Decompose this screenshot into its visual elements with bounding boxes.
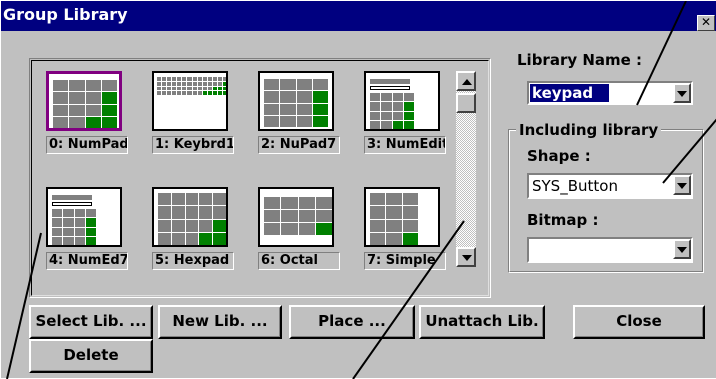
tile-octal[interactable]: 6: Octal	[255, 184, 345, 270]
tile-hexpad[interactable]: 5: Hexpad	[149, 184, 239, 270]
bitmap-label: Bitmap :	[527, 211, 599, 229]
bitmap-combo[interactable]	[527, 237, 693, 263]
tile-label: 4: NumEd7	[46, 252, 128, 270]
shape-combo[interactable]: SYS_Button	[527, 173, 693, 199]
library-name-value: keypad	[530, 84, 610, 102]
simple-thumbnail	[364, 187, 440, 247]
window-title: Group Library	[3, 5, 128, 24]
tile-label: 7: Simple	[364, 252, 446, 270]
shape-value: SYS_Button	[532, 177, 618, 195]
dropdown-button[interactable]	[673, 239, 691, 259]
new-lib-button[interactable]: New Lib. ...	[158, 305, 282, 339]
tile-label: 6: Octal	[258, 252, 340, 270]
tile-label: 2: NuPad7	[258, 136, 340, 154]
numedit-thumbnail	[364, 71, 440, 131]
including-library-title: Including library	[516, 121, 662, 139]
chevron-down-icon	[677, 183, 687, 189]
tile-numed7[interactable]: 4: NumEd7	[43, 184, 133, 270]
tile-numedit[interactable]: 3: NumEdit	[361, 68, 451, 154]
close-icon[interactable]: ✕	[697, 15, 715, 31]
numpad-thumbnail	[46, 71, 122, 131]
keyboard-thumbnail	[152, 71, 228, 131]
dropdown-button[interactable]	[673, 83, 691, 103]
vertical-scrollbar[interactable]	[456, 71, 476, 267]
octal-thumbnail	[258, 187, 334, 247]
library-grid: 0: NumPad 1: Keybrd1 2: NuPad7 3: NumEdi…	[43, 68, 455, 292]
scroll-up-button[interactable]	[456, 71, 476, 91]
arrow-up-icon	[462, 79, 472, 85]
dropdown-button[interactable]	[673, 175, 691, 195]
tile-label: 3: NumEdit	[364, 136, 446, 154]
tile-label: 5: Hexpad	[152, 252, 234, 270]
title-bar: Group Library ✕	[1, 1, 716, 31]
shape-label: Shape :	[527, 147, 591, 165]
tile-keybrd1[interactable]: 1: Keybrd1	[149, 68, 239, 154]
chevron-down-icon	[677, 247, 687, 253]
hexpad-thumbnail	[152, 187, 228, 247]
tile-label: 0: NumPad	[46, 136, 128, 154]
place-button[interactable]: Place ...	[289, 305, 415, 339]
chevron-down-icon	[677, 91, 687, 97]
scroll-thumb[interactable]	[456, 93, 476, 113]
numed7-thumbnail	[46, 187, 122, 247]
arrow-down-icon	[462, 255, 472, 261]
select-lib-button[interactable]: Select Lib. ...	[29, 305, 153, 339]
library-name-combo[interactable]: keypad	[527, 81, 693, 105]
scroll-down-button[interactable]	[456, 247, 476, 267]
group-library-dialog: Group Library ✕ 0: NumPad 1: Keybrd1 2: …	[0, 0, 716, 379]
unattach-lib-button[interactable]: Unattach Lib.	[419, 305, 545, 339]
tile-numpad[interactable]: 0: NumPad	[43, 68, 133, 154]
library-name-label: Library Name :	[517, 51, 643, 69]
tile-label: 1: Keybrd1	[152, 136, 234, 154]
close-button[interactable]: Close	[573, 305, 705, 339]
tile-nupad7[interactable]: 2: NuPad7	[255, 68, 345, 154]
tile-simple[interactable]: 7: Simple	[361, 184, 451, 270]
delete-button[interactable]: Delete	[29, 339, 153, 373]
nupad7-thumbnail	[258, 71, 334, 131]
